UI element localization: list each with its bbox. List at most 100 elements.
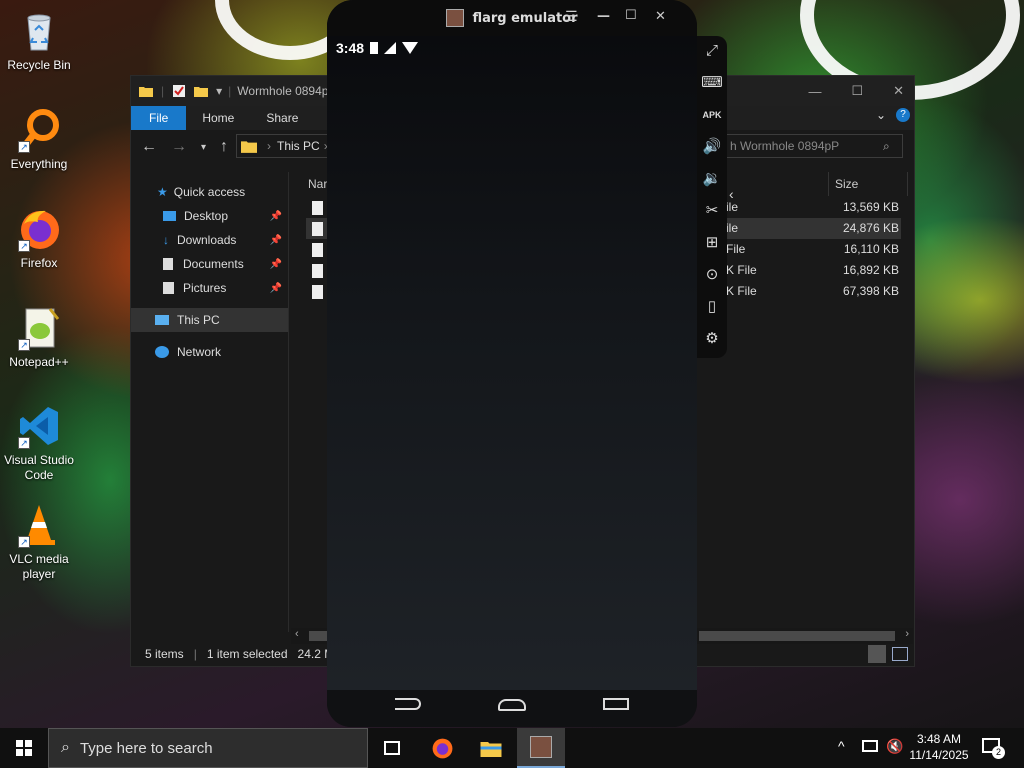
table-row[interactable]: K File 67,398 KB xyxy=(726,281,901,302)
back-nav-icon[interactable] xyxy=(395,698,421,710)
table-row[interactable]: K File 16,892 KB xyxy=(726,260,901,281)
notification-center-button[interactable]: 2 xyxy=(980,736,1005,760)
scroll-left-icon[interactable]: ‹ xyxy=(295,628,299,640)
table-row[interactable]: ile 13,569 KB xyxy=(726,197,901,218)
desktop-icon-everything[interactable]: ↗ Everything xyxy=(4,107,74,172)
file-icon[interactable] xyxy=(306,281,328,302)
recents-nav-icon[interactable] xyxy=(603,698,629,710)
navigation-pane: ★ Quick access Desktop 📌 ↓ Downloads 📌 D… xyxy=(131,172,289,632)
emulator-window[interactable]: flarg emulator ☰ — ☐ ✕ 3:48 xyxy=(327,0,697,727)
nav-label: Documents xyxy=(183,257,244,271)
file-icon[interactable] xyxy=(306,218,328,239)
maximize-button[interactable]: ☐ xyxy=(851,83,863,99)
location-icon[interactable]: ⊙ xyxy=(700,263,724,287)
column-header-size[interactable]: Size xyxy=(828,172,908,196)
column-header-name[interactable]: Nar xyxy=(308,172,327,196)
fullscreen-icon[interactable]: ⤢ xyxy=(700,39,724,63)
breadcrumb-this-pc[interactable]: This PC xyxy=(277,139,320,153)
show-hidden-icons-icon[interactable]: ^ xyxy=(838,738,845,754)
table-row[interactable]: File 16,110 KB xyxy=(726,239,901,260)
settings-icon[interactable]: ⚙ xyxy=(700,327,724,351)
recent-locations-icon[interactable]: ▾ xyxy=(201,142,206,153)
pictures-icon xyxy=(163,282,174,294)
volume-up-icon[interactable]: 🔊 xyxy=(700,135,724,159)
task-view-button[interactable] xyxy=(368,728,416,768)
nav-this-pc[interactable]: This PC xyxy=(131,308,288,332)
close-button[interactable]: ✕ xyxy=(655,9,666,24)
taskbar-file-explorer[interactable] xyxy=(467,728,515,768)
add-window-icon[interactable]: ⊞ xyxy=(700,231,724,255)
volume-muted-icon[interactable]: 🔇 xyxy=(886,738,903,755)
search-placeholder: Type here to search xyxy=(79,739,213,757)
details-view-icon[interactable] xyxy=(868,645,886,663)
network-tray-icon[interactable] xyxy=(862,740,878,752)
volume-down-icon[interactable]: 🔉 xyxy=(700,167,724,191)
table-row[interactable]: ile 24,876 KB xyxy=(726,218,901,239)
explorer-window-title: Wormhole 0894pP xyxy=(237,84,337,98)
apk-install-icon[interactable]: APK xyxy=(700,103,724,127)
keyboard-icon[interactable]: ⌨ xyxy=(700,71,724,95)
minimize-button[interactable]: — xyxy=(808,84,821,99)
emulator-titlebar[interactable]: flarg emulator ☰ — ☐ ✕ xyxy=(327,0,697,36)
scroll-right-icon[interactable]: › xyxy=(905,628,909,640)
nav-pictures[interactable]: Pictures 📌 xyxy=(131,276,288,300)
file-icon[interactable] xyxy=(306,239,328,260)
menu-icon[interactable]: ☰ xyxy=(565,9,578,25)
desktop-icon-vlc[interactable]: ↗ VLC media player xyxy=(4,502,74,582)
pin-icon[interactable]: 📌 xyxy=(270,235,282,246)
expand-ribbon-icon[interactable]: ⌄ xyxy=(876,108,886,122)
forward-arrow-icon[interactable]: → xyxy=(171,138,187,156)
nav-desktop[interactable]: Desktop 📌 xyxy=(131,204,288,228)
computer-icon xyxy=(155,315,169,325)
pin-icon[interactable]: 📌 xyxy=(270,211,282,222)
nav-network[interactable]: Network xyxy=(131,340,288,364)
shake-icon[interactable]: ▯ xyxy=(700,295,724,319)
properties-icon[interactable] xyxy=(172,85,186,97)
customize-quick-access-icon[interactable]: ▾ xyxy=(216,84,222,98)
search-input[interactable]: h Wormhole 0894pP xyxy=(725,134,903,158)
new-folder-icon[interactable] xyxy=(194,85,209,97)
ribbon-tab-file[interactable]: File xyxy=(131,106,187,130)
back-arrow-icon[interactable]: ← xyxy=(141,138,157,156)
nav-label: Desktop xyxy=(184,209,229,223)
nav-documents[interactable]: Documents 📌 xyxy=(131,252,288,276)
desktop-icon-firefox[interactable]: ↗ Firefox xyxy=(4,206,74,271)
up-arrow-icon[interactable]: ↑ xyxy=(220,138,228,156)
help-icon[interactable]: ? xyxy=(896,108,910,122)
taskbar-search-input[interactable]: ⌕ Type here to search xyxy=(48,728,368,768)
shortcut-arrow-icon: ↗ xyxy=(18,339,30,351)
taskbar-flarg-emulator[interactable] xyxy=(517,728,565,768)
emulator-logo-icon xyxy=(446,9,465,27)
collapse-toolbar-icon[interactable]: ‹ xyxy=(729,186,734,202)
file-icon[interactable] xyxy=(306,260,328,281)
nav-quick-access[interactable]: ★ Quick access xyxy=(131,180,288,204)
scrollbar-thumb[interactable] xyxy=(699,631,895,641)
emulator-screen[interactable]: 3:48 xyxy=(327,36,697,690)
large-icons-view-icon[interactable] xyxy=(892,647,908,661)
desktop-icon-vscode[interactable]: ↗ Visual Studio Code xyxy=(4,403,74,483)
pin-icon[interactable]: 📌 xyxy=(270,283,282,294)
desktop-icon-recycle-bin[interactable]: Recycle Bin xyxy=(4,8,74,73)
android-status-bar: 3:48 xyxy=(336,40,419,56)
scrollbar-thumb[interactable] xyxy=(309,631,329,641)
pin-icon[interactable]: 📌 xyxy=(270,259,282,270)
taskbar-clock[interactable]: 3:48 AM 11/14/2025 xyxy=(906,731,972,763)
file-size: 67,398 KB xyxy=(842,284,899,298)
ribbon-tab-share[interactable]: Share xyxy=(250,106,314,130)
close-button[interactable]: ✕ xyxy=(893,83,904,99)
start-button[interactable] xyxy=(0,728,48,768)
maximize-button[interactable]: ☐ xyxy=(625,8,637,23)
battery-charging-icon xyxy=(370,42,379,54)
emulator-side-toolbar: ⤢ ⌨ APK 🔊 🔉 ✂ ⊞ ⊙ ▯ ⚙ xyxy=(697,36,727,358)
status-selection: 1 item selected xyxy=(206,647,288,661)
file-icon[interactable] xyxy=(306,197,328,218)
status-item-count: 5 items xyxy=(145,647,184,661)
nav-downloads[interactable]: ↓ Downloads 📌 xyxy=(131,228,288,252)
home-nav-icon[interactable] xyxy=(498,699,526,711)
ribbon-tab-home[interactable]: Home xyxy=(186,106,250,130)
taskbar-firefox[interactable] xyxy=(418,728,466,768)
desktop-icon-notepad-plus-plus[interactable]: ↗ Notepad++ xyxy=(4,305,74,370)
desktop-icon-label: Visual Studio Code xyxy=(4,453,74,482)
minimize-button[interactable]: — xyxy=(597,9,610,24)
screenshot-cut-icon[interactable]: ✂ xyxy=(700,199,724,223)
